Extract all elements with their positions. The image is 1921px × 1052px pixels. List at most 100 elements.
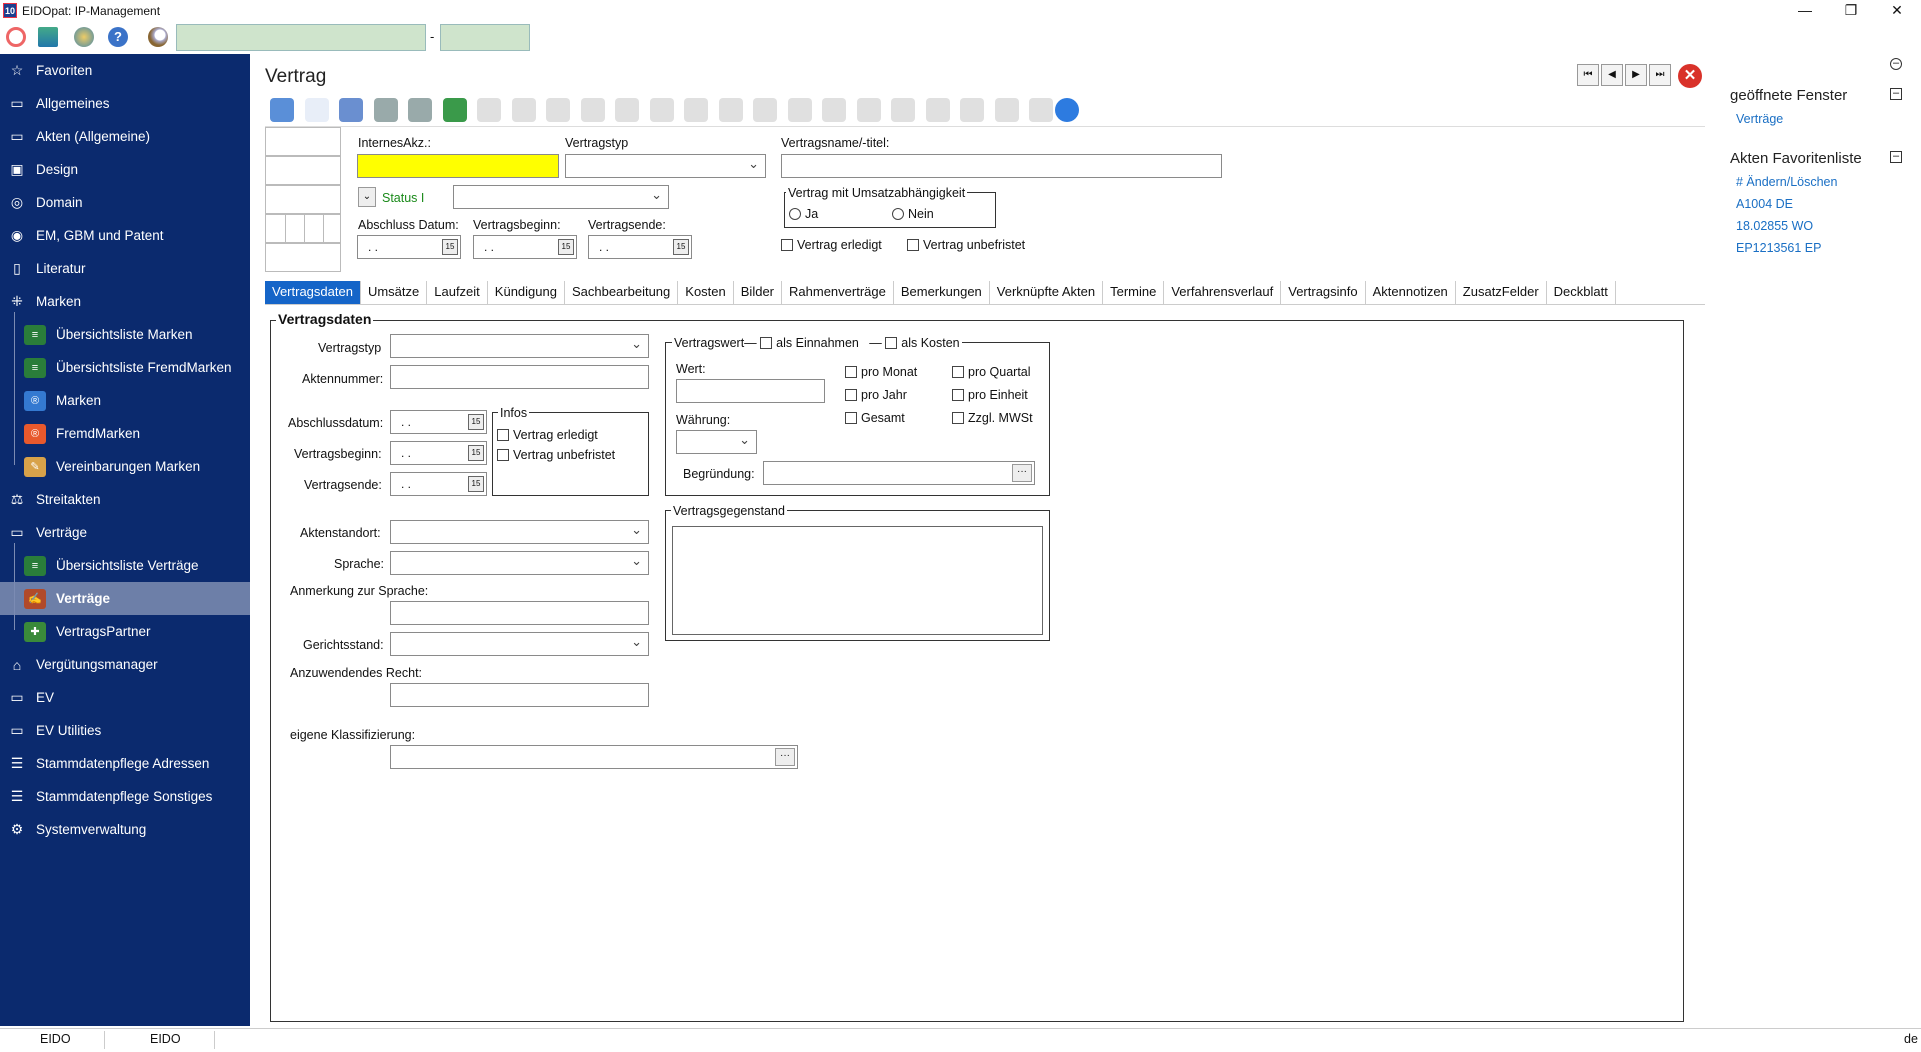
tab-14[interactable]: ZusatzFelder: [1455, 281, 1547, 304]
zzgl-mwst-checkbox[interactable]: Zzgl. MWSt: [952, 411, 1033, 425]
sidebar-item-0[interactable]: ☆ Favoriten: [0, 54, 250, 87]
calendar-icon[interactable]: 15: [442, 239, 458, 255]
maximize-button[interactable]: ❐: [1828, 0, 1874, 22]
gears-icon[interactable]: [270, 98, 294, 122]
close-window-button[interactable]: ✕: [1874, 0, 1920, 22]
vertragsbeginn-input[interactable]: . . 15: [473, 235, 577, 259]
sidebar-item-10[interactable]: ® Marken: [0, 384, 250, 417]
fav-item[interactable]: A1004 DE: [1736, 197, 1793, 211]
database-icon[interactable]: [960, 98, 984, 122]
save-icon[interactable]: [373, 98, 398, 122]
quick-search-input[interactable]: [176, 24, 426, 51]
mail-icon[interactable]: [684, 98, 708, 122]
sidebar-item-21[interactable]: ☰ Stammdatenpflege Adressen: [0, 747, 250, 780]
sidebar-item-7[interactable]: ⁜ Marken: [0, 285, 250, 318]
help-icon[interactable]: ?: [108, 27, 128, 47]
gesamt-checkbox[interactable]: Gesamt: [845, 411, 905, 425]
open-window-link[interactable]: Verträge: [1736, 112, 1783, 126]
tab-11[interactable]: Verfahrensverlauf: [1164, 281, 1282, 304]
collapse-icon[interactable]: –: [1890, 88, 1902, 100]
pro-einheit-checkbox[interactable]: pro Einheit: [952, 388, 1028, 402]
wert-input[interactable]: [676, 379, 825, 403]
sidebar-item-3[interactable]: ▣ Design: [0, 153, 250, 186]
ellipsis-button[interactable]: ···: [1012, 464, 1032, 482]
collapse-panel-icon[interactable]: –: [1890, 58, 1902, 70]
search-icon[interactable]: [148, 27, 168, 47]
tab-2[interactable]: Laufzeit: [427, 281, 488, 304]
undo-icon[interactable]: [408, 98, 432, 122]
report-icon[interactable]: [615, 98, 639, 122]
tab-7[interactable]: Rahmenverträge: [782, 281, 894, 304]
book-icon[interactable]: [1029, 98, 1053, 122]
stamp-icon[interactable]: [822, 98, 846, 122]
nein-radio[interactable]: Nein: [892, 207, 934, 221]
pdf-icon[interactable]: [891, 98, 915, 122]
sidebar-item-11[interactable]: ® FremdMarken: [0, 417, 250, 450]
sidebar-item-15[interactable]: ≡ Übersichtsliste Verträge: [0, 549, 250, 582]
vertragstyp-select[interactable]: [565, 154, 766, 178]
ja-radio[interactable]: Ja: [789, 207, 818, 221]
sidebar-item-1[interactable]: ▭ Allgemeines: [0, 87, 250, 120]
sidebar-item-16[interactable]: ✍ Verträge: [0, 582, 250, 615]
next-record-button[interactable]: ▶: [1625, 64, 1647, 86]
abschluss-datum-input[interactable]: . . 15: [357, 235, 461, 259]
last-record-button[interactable]: ⏭: [1649, 64, 1671, 86]
p-vertragsende-input[interactable]: . . 15: [390, 472, 487, 496]
minimize-button[interactable]: —: [1782, 0, 1828, 22]
sidebar-item-6[interactable]: ▯ Literatur: [0, 252, 250, 285]
info-unbefristet-checkbox[interactable]: Vertrag unbefristet: [497, 448, 615, 462]
status-expand-button[interactable]: ⌄: [358, 187, 376, 207]
vertrag-unbefristet-checkbox[interactable]: Vertrag unbefristet: [907, 238, 1025, 252]
tab-10[interactable]: Termine: [1103, 281, 1165, 304]
cut-icon[interactable]: [511, 98, 536, 122]
paste-icon[interactable]: [546, 98, 570, 122]
quick-search-input-2[interactable]: [440, 24, 530, 51]
klassifizierung-input[interactable]: ···: [390, 745, 798, 769]
tab-5[interactable]: Kosten: [678, 281, 734, 304]
p-vertragstyp-select[interactable]: [390, 334, 649, 358]
tree-icon[interactable]: [38, 27, 58, 47]
sidebar-item-5[interactable]: ◉ EM, GBM und Patent: [0, 219, 250, 252]
sidebar-item-17[interactable]: ✚ VertragsPartner: [0, 615, 250, 648]
calendar-icon[interactable]: 15: [558, 239, 574, 255]
tab-8[interactable]: Bemerkungen: [893, 281, 990, 304]
tab-9[interactable]: Verknüpfte Akten: [989, 281, 1104, 304]
sidebar-item-20[interactable]: ▭ EV Utilities: [0, 714, 250, 747]
vertragsende-input[interactable]: . . 15: [588, 235, 692, 259]
tab-4[interactable]: Sachbearbeitung: [564, 281, 679, 304]
sprache-select[interactable]: [390, 551, 649, 575]
close-form-button[interactable]: ✕: [1678, 64, 1702, 88]
fav-item[interactable]: EP1213561 EP: [1736, 241, 1822, 255]
calendar-icon[interactable]: 15: [468, 476, 484, 492]
sidebar-item-19[interactable]: ▭ EV: [0, 681, 250, 714]
sidebar-item-9[interactable]: ≡ Übersichtsliste FremdMarken: [0, 351, 250, 384]
calendar-icon[interactable]: 15: [468, 445, 484, 461]
tab-13[interactable]: Aktennotizen: [1365, 281, 1456, 304]
abschlussdatum-input[interactable]: . . 15: [390, 410, 487, 434]
pro-jahr-checkbox[interactable]: pro Jahr: [845, 388, 907, 402]
info-erledigt-checkbox[interactable]: Vertrag erledigt: [497, 428, 598, 442]
sidebar-item-23[interactable]: ⚙ Systemverwaltung: [0, 813, 250, 846]
gears-icon[interactable]: [74, 27, 94, 47]
favorite-star-icon[interactable]: [1055, 98, 1079, 122]
pro-quartal-checkbox[interactable]: pro Quartal: [952, 365, 1031, 379]
sidebar-item-12[interactable]: ✎ Vereinbarungen Marken: [0, 450, 250, 483]
aktennummer-input[interactable]: [390, 365, 649, 389]
print-icon[interactable]: [580, 98, 605, 122]
status-select[interactable]: [453, 185, 669, 209]
anmerkung-input[interactable]: [390, 601, 649, 625]
p-vertragsbeginn-input[interactable]: . . 15: [390, 441, 487, 465]
sidebar-item-18[interactable]: ⌂ Vergütungsmanager: [0, 648, 250, 681]
ellipsis-button[interactable]: ···: [775, 748, 795, 766]
interneakz-input[interactable]: [357, 154, 559, 178]
copy-icon[interactable]: [477, 98, 501, 122]
gerichtsstand-select[interactable]: [390, 632, 649, 656]
collapse-icon[interactable]: –: [1890, 151, 1902, 163]
sidebar-item-13[interactable]: ⚖ Streitakten: [0, 483, 250, 516]
gegenstand-textarea[interactable]: [672, 526, 1043, 635]
settings-icon[interactable]: [925, 98, 950, 122]
prev-record-button[interactable]: ◀: [1601, 64, 1623, 86]
recht-input[interactable]: [390, 683, 649, 707]
tab-15[interactable]: Deckblatt: [1546, 281, 1616, 304]
tab-3[interactable]: Kündigung: [487, 281, 565, 304]
